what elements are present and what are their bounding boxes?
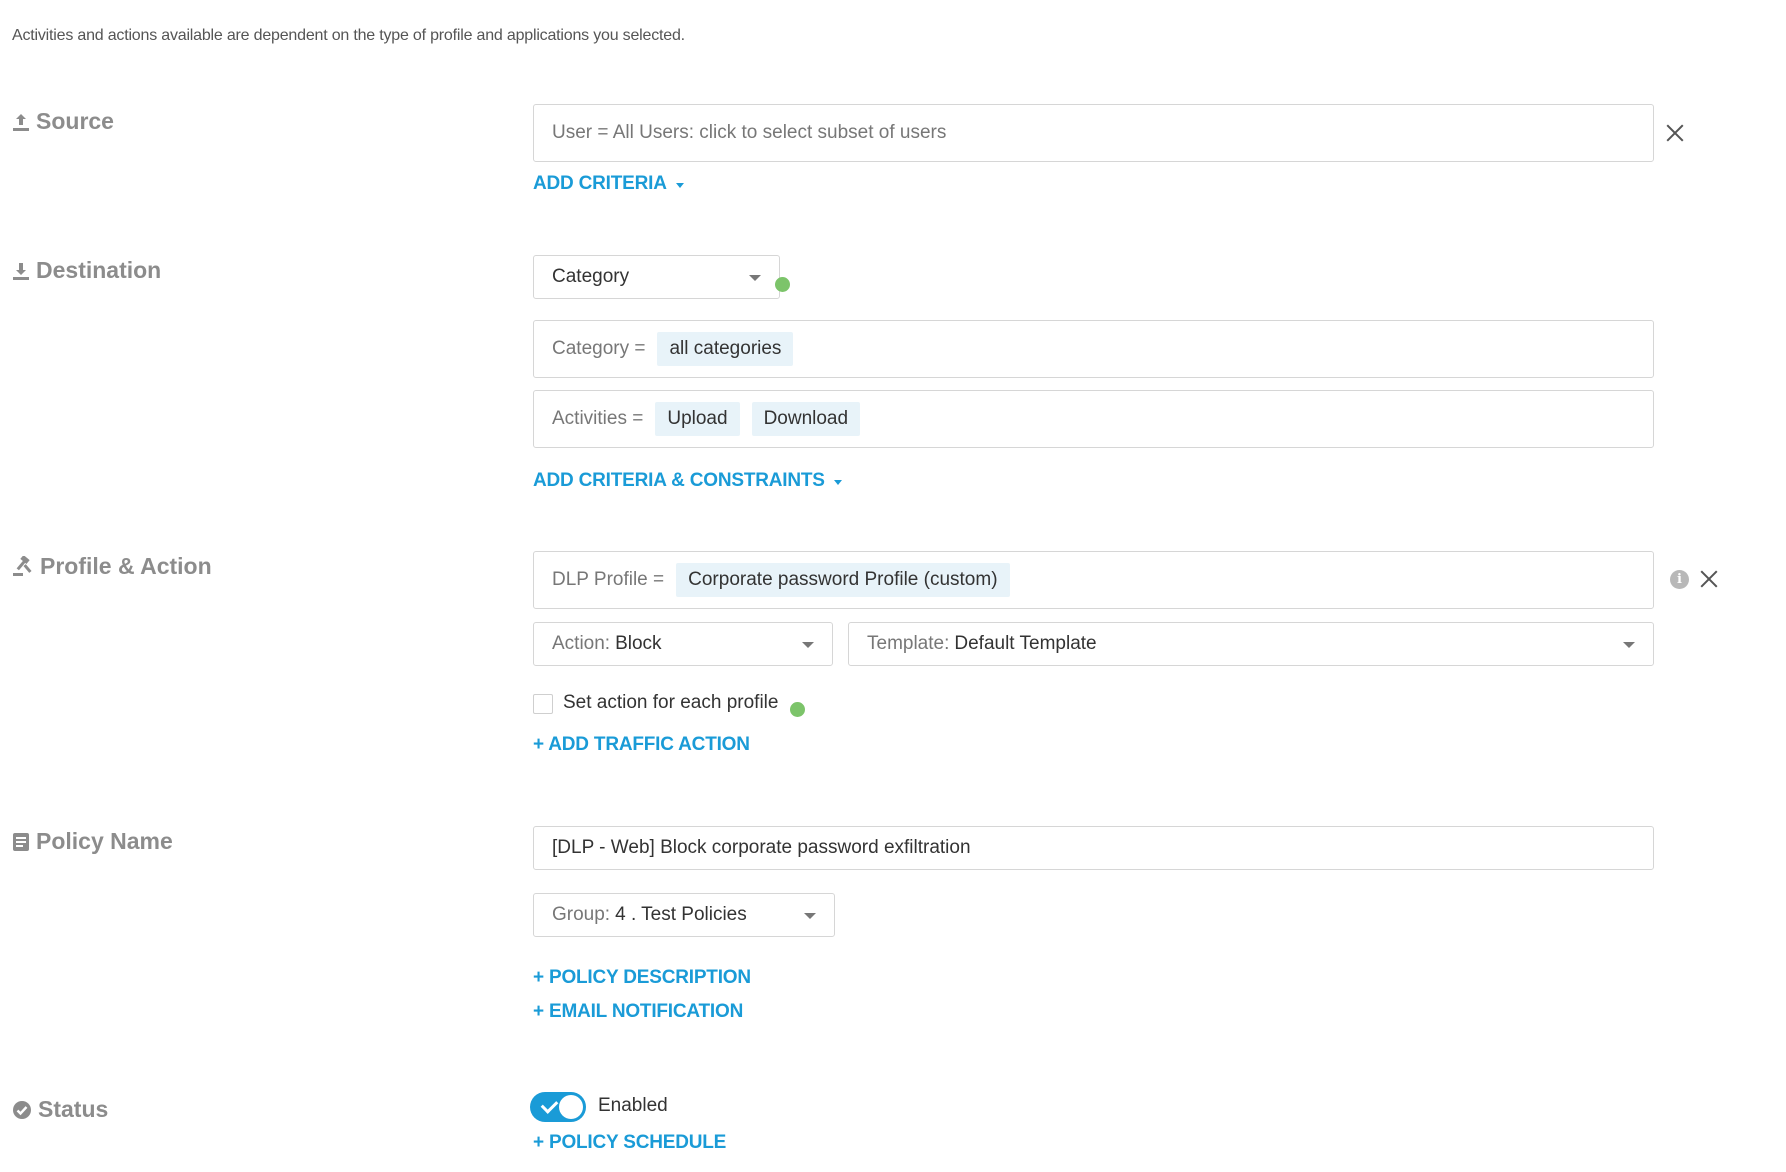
- add-criteria-constraints-link[interactable]: ADD CRITERIA & CONSTRAINTS: [533, 470, 842, 492]
- toggle-knob: [559, 1095, 583, 1119]
- gavel-icon: [12, 555, 34, 578]
- activities-field[interactable]: Activities = Upload Download: [533, 390, 1654, 448]
- status-toggle[interactable]: [530, 1092, 586, 1122]
- activity-chip-download[interactable]: Download: [751, 402, 861, 436]
- source-user-text: User = All Users: click to select subset…: [552, 122, 947, 143]
- action-value: Block: [615, 633, 662, 654]
- action-prefix: Action:: [552, 633, 611, 654]
- status-dot-icon: [775, 277, 790, 292]
- intro-text: Activities and actions available are dep…: [12, 27, 685, 44]
- destination-label: Destination: [36, 257, 162, 283]
- profile-action-section-label: Profile & Action: [12, 553, 212, 580]
- template-select[interactable]: Template: Default Template: [848, 622, 1654, 666]
- source-section-label: Source: [12, 108, 114, 135]
- download-icon: [12, 261, 30, 281]
- policy-name-section-label: Policy Name: [12, 828, 173, 855]
- check-icon: [540, 1096, 559, 1114]
- set-action-label: Set action for each profile: [563, 692, 779, 713]
- status-toggle-label: Enabled: [598, 1095, 668, 1116]
- policy-name-input[interactable]: [DLP - Web] Block corporate password exf…: [533, 826, 1654, 870]
- destination-type-select[interactable]: Category: [533, 255, 780, 299]
- category-field[interactable]: Category = all categories: [533, 320, 1654, 378]
- policy-schedule-link[interactable]: + POLICY SCHEDULE: [533, 1132, 726, 1154]
- destination-type-value: Category: [552, 266, 630, 287]
- document-icon: [12, 832, 30, 852]
- chevron-down-icon: [804, 913, 816, 919]
- check-circle-icon: [12, 1100, 32, 1120]
- chevron-down-icon: [1623, 642, 1635, 648]
- info-icon[interactable]: i: [1670, 570, 1689, 589]
- group-prefix: Group:: [552, 904, 611, 925]
- dlp-profile-chip[interactable]: Corporate password Profile (custom): [676, 563, 1010, 597]
- activities-prefix: Activities =: [552, 408, 644, 429]
- destination-section-label: Destination: [12, 257, 161, 284]
- chevron-down-icon: [749, 275, 761, 281]
- upload-icon: [12, 112, 30, 132]
- status-label: Status: [38, 1096, 109, 1122]
- add-criteria-label: ADD CRITERIA: [533, 173, 667, 194]
- policy-description-link[interactable]: + POLICY DESCRIPTION: [533, 967, 751, 989]
- group-select[interactable]: Group: 4 . Test Policies: [533, 893, 835, 937]
- source-user-field[interactable]: User = All Users: click to select subset…: [533, 104, 1654, 162]
- activity-chip-upload[interactable]: Upload: [655, 402, 740, 436]
- status-dot-icon: [790, 702, 805, 717]
- group-value: 4 . Test Policies: [615, 904, 747, 925]
- add-criteria-link[interactable]: ADD CRITERIA: [533, 173, 684, 195]
- policy-editor: Activities and actions available are dep…: [0, 0, 1786, 1172]
- policy-name-label: Policy Name: [36, 828, 173, 854]
- dlp-profile-prefix: DLP Profile =: [552, 569, 665, 590]
- dlp-profile-field[interactable]: DLP Profile = Corporate password Profile…: [533, 551, 1654, 609]
- profile-action-label: Profile & Action: [40, 553, 212, 579]
- category-chip[interactable]: all categories: [657, 332, 794, 366]
- template-value: Default Template: [954, 633, 1097, 654]
- email-notification-link[interactable]: + EMAIL NOTIFICATION: [533, 1001, 743, 1023]
- caret-down-icon: [833, 479, 842, 485]
- set-action-checkbox[interactable]: [533, 694, 553, 714]
- chevron-down-icon: [802, 642, 814, 648]
- template-prefix: Template:: [867, 633, 950, 654]
- add-criteria-constraints-label: ADD CRITERIA & CONSTRAINTS: [533, 470, 825, 491]
- status-section-label: Status: [12, 1096, 108, 1123]
- action-select[interactable]: Action: Block: [533, 622, 833, 666]
- source-close-icon[interactable]: [1664, 122, 1686, 144]
- policy-name-value: [DLP - Web] Block corporate password exf…: [552, 837, 971, 858]
- profile-close-icon[interactable]: [1698, 568, 1720, 590]
- add-traffic-action-link[interactable]: + ADD TRAFFIC ACTION: [533, 734, 750, 756]
- caret-down-icon: [675, 182, 684, 188]
- category-prefix: Category =: [552, 338, 646, 359]
- source-label: Source: [36, 108, 114, 134]
